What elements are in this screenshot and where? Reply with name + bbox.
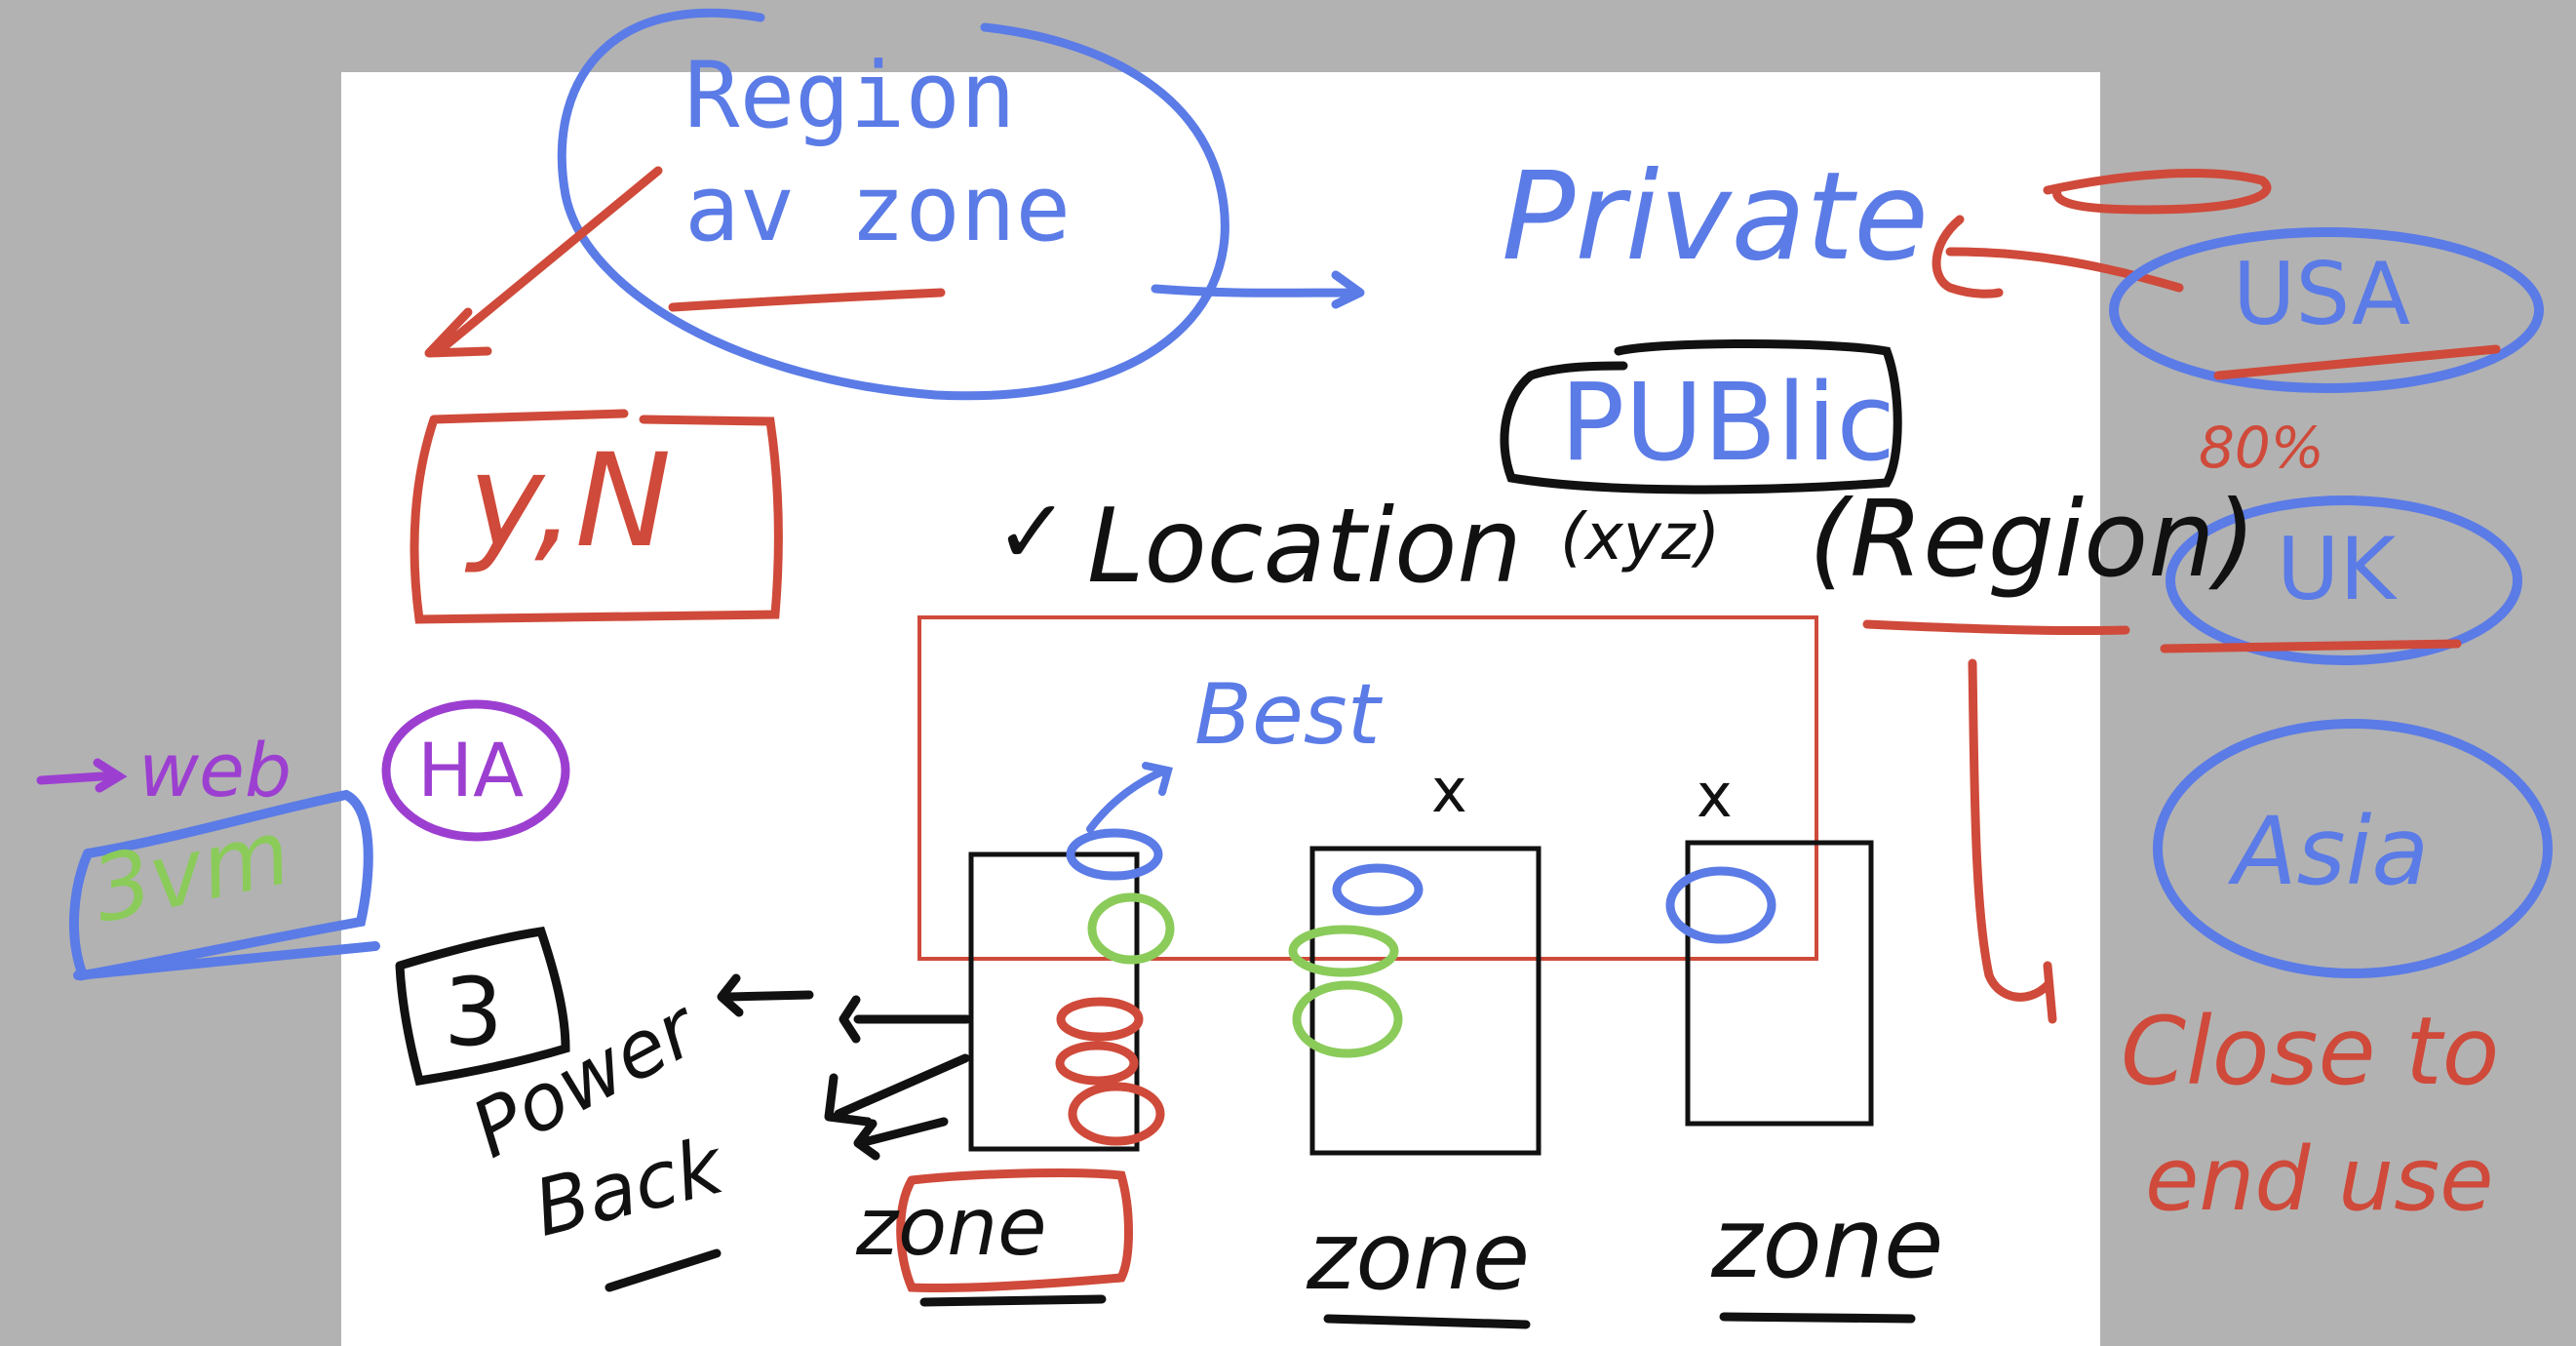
zone3-underline xyxy=(1719,1312,1916,1324)
label-uk: UK xyxy=(2277,519,2397,619)
power-arrow-3 xyxy=(853,1117,949,1161)
usa-arrow xyxy=(1932,215,2184,298)
label-xyz: (xyz) xyxy=(1560,499,1721,574)
uk-underline xyxy=(2160,639,2462,653)
label-yn: y,N xyxy=(468,426,672,576)
zone-label-1: zone xyxy=(856,1181,1047,1274)
zone1-underline xyxy=(919,1294,1107,1307)
red-arrow-left xyxy=(424,166,663,358)
z1-red-circle-1 xyxy=(1056,997,1144,1042)
web-arrow xyxy=(36,758,128,793)
zone-rect-2 xyxy=(1309,846,1542,1156)
z1-green-circle xyxy=(1087,892,1175,965)
power-arrow-4 xyxy=(717,973,814,1017)
label-location: Location xyxy=(1087,487,1522,606)
zone-label-3: zone xyxy=(1711,1186,1944,1300)
z1-red-circle-2 xyxy=(1055,1041,1139,1086)
heading-line-avzone: av zone xyxy=(684,156,1072,262)
label-end-use: end use xyxy=(2145,1128,2494,1231)
label-best: Best xyxy=(1194,666,1381,764)
zone-rect-3 xyxy=(1685,840,1874,1127)
region-arrow-down xyxy=(1968,658,2057,1024)
label-usa: USA xyxy=(2233,244,2411,344)
label-asia: Asia xyxy=(2233,797,2430,906)
label-close-to: Close to xyxy=(2121,997,2500,1106)
zone2-underline xyxy=(1323,1314,1531,1329)
heading-underline xyxy=(668,288,946,312)
z2-blue-circle xyxy=(1332,863,1424,916)
power-arrow-2 xyxy=(824,1053,970,1127)
label-ha: HA xyxy=(417,727,525,813)
z2-green-circle-1 xyxy=(1288,925,1399,977)
power-arrow-1 xyxy=(839,995,972,1044)
power-underline xyxy=(605,1248,722,1292)
region-underline xyxy=(1862,619,2130,636)
mark-x-zone2: x xyxy=(1431,755,1467,826)
usa-scribble xyxy=(2043,169,2272,215)
best-arrow xyxy=(1086,762,1173,833)
label-three: 3 xyxy=(444,958,504,1067)
blue-arrow-right xyxy=(1151,270,1365,309)
check-mark: ✓ xyxy=(995,480,1071,584)
label-web: web xyxy=(138,727,293,813)
label-private: Private xyxy=(1502,146,1929,288)
label-region: (Region) xyxy=(1809,479,2256,601)
label-public: PUBlic xyxy=(1560,360,1895,485)
heading-line-region: Region xyxy=(684,43,1016,149)
z1-red-circle-3 xyxy=(1068,1082,1165,1146)
mark-x-zone3: x xyxy=(1697,760,1733,831)
label-eighty: 80% xyxy=(2199,415,2324,481)
zone-label-2: zone xyxy=(1307,1202,1531,1311)
